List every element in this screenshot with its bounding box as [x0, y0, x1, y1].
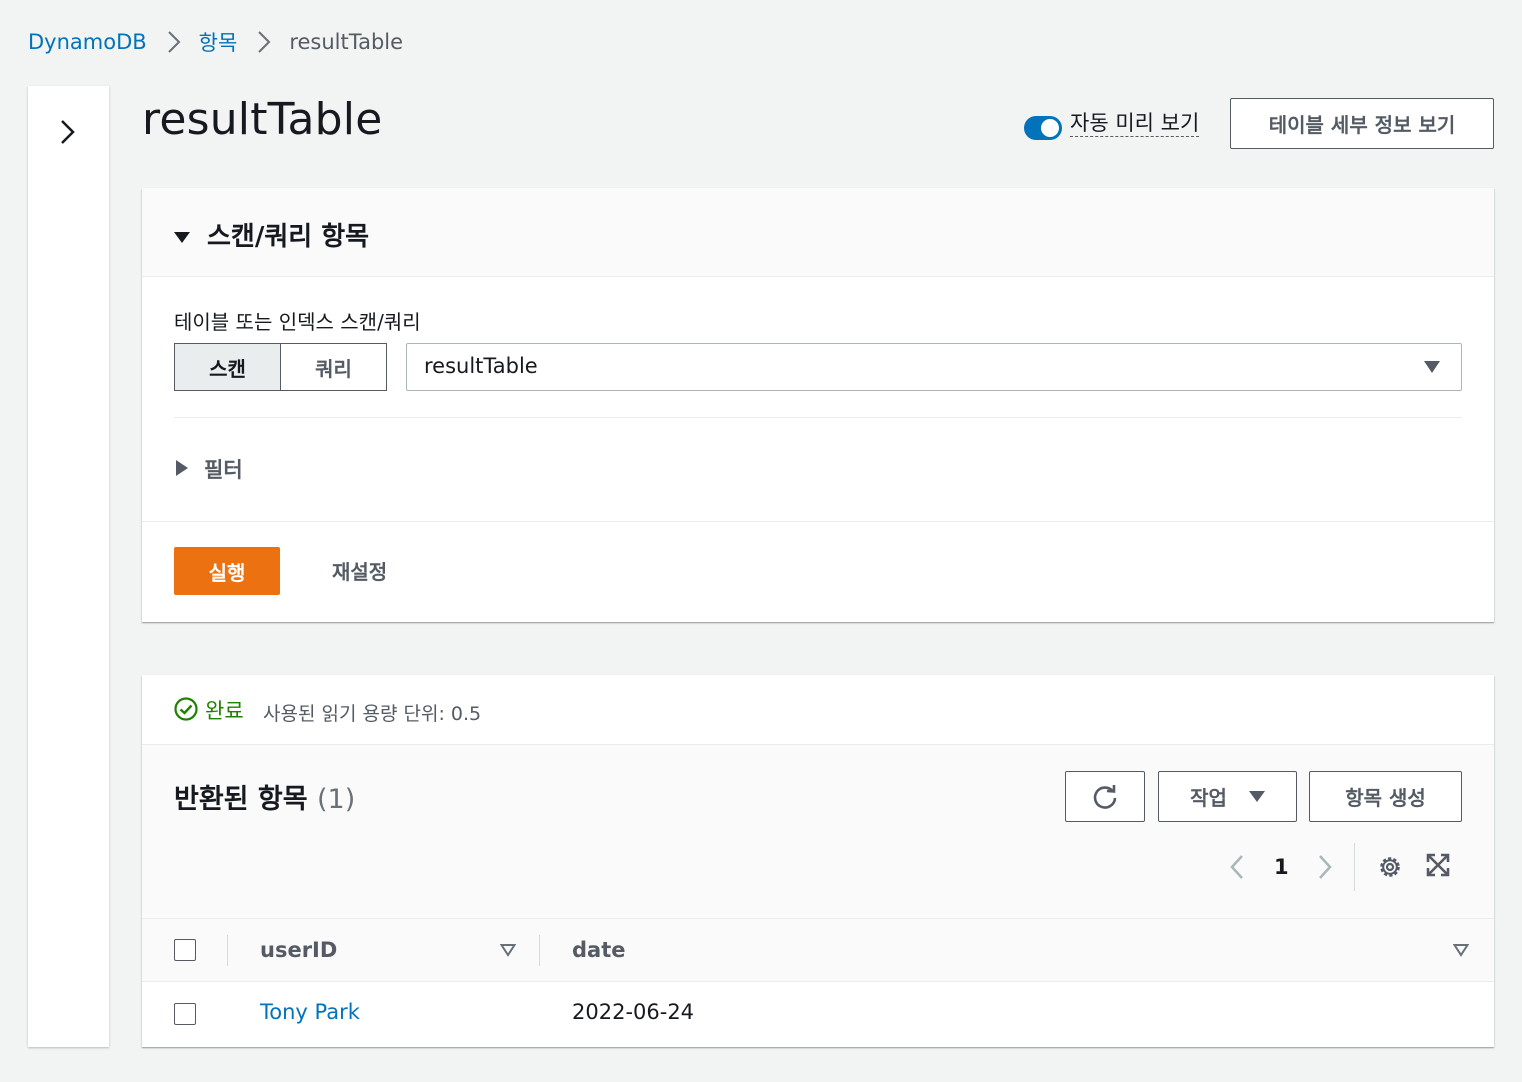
scan-query-panel: 스캔/쿼리 항목 테이블 또는 인덱스 스캔/쿼리 스캔 쿼리 resultTa…: [142, 188, 1494, 622]
column-divider: [539, 935, 540, 966]
chevron-left-icon[interactable]: [1228, 853, 1246, 881]
select-all-checkbox[interactable]: [174, 939, 196, 961]
scan-target-label: 테이블 또는 인덱스 스캔/쿼리: [174, 310, 421, 334]
divider: [142, 521, 1494, 522]
create-item-button[interactable]: 항목 생성: [1309, 771, 1462, 822]
gear-icon[interactable]: [1376, 853, 1404, 881]
sort-down-icon[interactable]: [500, 943, 516, 957]
column-header-date[interactable]: date: [572, 938, 625, 962]
sort-down-icon[interactable]: [1453, 943, 1469, 957]
status-bar: 완료 사용된 읽기 용량 단위: 0.5: [142, 675, 1494, 745]
sidenav-expand-button[interactable]: [58, 118, 78, 150]
caret-down-icon: [1248, 791, 1265, 802]
row-checkbox[interactable]: [174, 1003, 196, 1025]
scan-query-panel-header[interactable]: 스캔/쿼리 항목: [142, 188, 1494, 277]
divider: [174, 417, 1462, 418]
caret-right-icon[interactable]: [176, 460, 188, 476]
status-text: 완료: [205, 699, 244, 723]
breadcrumb-dynamodb-link[interactable]: DynamoDB: [28, 30, 147, 54]
actions-label: 작업: [1190, 786, 1227, 810]
chevron-right-icon: [167, 30, 181, 54]
auto-preview-label[interactable]: 자동 미리 보기: [1070, 110, 1200, 137]
table-select[interactable]: resultTable: [406, 343, 1462, 391]
items-count: (1): [317, 784, 356, 815]
reset-button[interactable]: 재설정: [332, 556, 387, 585]
refresh-icon: [1093, 784, 1117, 809]
breadcrumb-current: resultTable: [289, 30, 404, 54]
table-row: Tony Park 2022-06-24: [142, 982, 1494, 1047]
page-title: resultTable: [142, 94, 383, 145]
run-button[interactable]: 실행: [174, 547, 280, 595]
actions-dropdown-button[interactable]: 작업: [1158, 771, 1297, 822]
breadcrumb-items-link[interactable]: 항목: [199, 27, 238, 57]
table-select-value: resultTable: [424, 354, 538, 378]
results-panel: 완료 사용된 읽기 용량 단위: 0.5 반환된 항목 (1) 작업 항목 생성…: [142, 675, 1494, 1047]
check-circle-icon: [174, 697, 198, 721]
current-page-number[interactable]: 1: [1274, 855, 1289, 879]
chevron-right-icon: [61, 120, 75, 144]
items-title-text: 반환된 항목: [174, 784, 308, 815]
column-divider: [227, 935, 228, 966]
items-title: 반환된 항목 (1): [174, 777, 355, 816]
fullscreen-icon[interactable]: [1425, 852, 1451, 878]
cell-date: 2022-06-24: [572, 1000, 695, 1024]
caret-down-icon: [174, 232, 190, 243]
chevron-right-icon[interactable]: [1316, 853, 1334, 881]
items-header: 반환된 항목 (1) 작업 항목 생성 1: [142, 745, 1494, 919]
filter-toggle[interactable]: 필터: [204, 454, 243, 484]
view-table-details-button[interactable]: 테이블 세부 정보 보기: [1230, 98, 1494, 149]
breadcrumb: DynamoDB 항목 resultTable: [28, 26, 403, 58]
table-header-row: userID date: [142, 919, 1494, 982]
side-navigation: [28, 86, 109, 1047]
cell-userid-link[interactable]: Tony Park: [260, 1000, 360, 1024]
column-header-userid[interactable]: userID: [260, 938, 337, 962]
chevron-right-icon: [257, 30, 271, 54]
auto-preview-toggle[interactable]: [1024, 116, 1062, 140]
read-capacity-units: 사용된 읽기 용량 단위: 0.5: [263, 703, 482, 725]
mode-query-button[interactable]: 쿼리: [280, 343, 387, 391]
refresh-button[interactable]: [1065, 771, 1145, 822]
divider: [1354, 843, 1355, 891]
scan-query-panel-title: 스캔/쿼리 항목: [207, 222, 370, 252]
mode-scan-button[interactable]: 스캔: [174, 343, 281, 391]
caret-down-icon: [1424, 361, 1440, 373]
